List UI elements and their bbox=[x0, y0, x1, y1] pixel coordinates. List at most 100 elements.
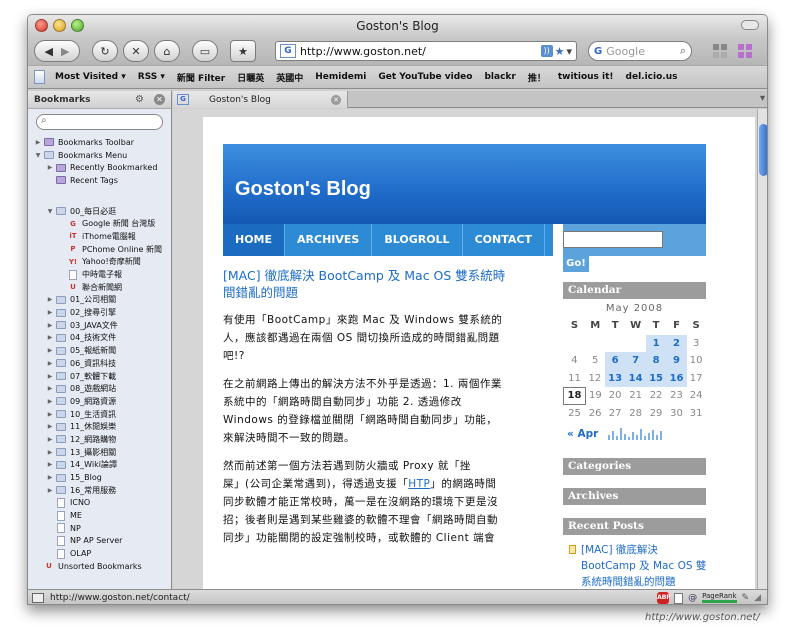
close-sidebar-icon[interactable]: ✕ bbox=[154, 94, 165, 105]
bookmark-tree-item[interactable]: P PChome Online 新聞 bbox=[28, 243, 171, 256]
minimize-window-button[interactable] bbox=[53, 19, 66, 32]
menu-contact[interactable]: CONTACT bbox=[463, 224, 545, 256]
tab-goston-blog[interactable]: G Goston's Blog ✕ bbox=[173, 91, 348, 108]
post-title-line[interactable]: 間錯亂的問題 bbox=[223, 284, 543, 301]
recent-post-line[interactable]: [MAC] 徹底解決 bbox=[581, 542, 706, 558]
tab-list-icon[interactable]: ▾ bbox=[760, 93, 765, 104]
tools-icon[interactable]: ✎ bbox=[742, 593, 750, 603]
post-title[interactable]: [MAC] 徹底解決 BootCamp 及 Mac OS 雙系統時 間錯亂的問題 bbox=[223, 267, 543, 301]
bookmark-tree-item[interactable]: OLAP bbox=[28, 547, 171, 560]
calendar-day[interactable]: 16 bbox=[666, 369, 687, 387]
bookmark-item[interactable]: RSS ▾ bbox=[138, 72, 165, 82]
url-dropdown-icon[interactable]: ▾ bbox=[566, 45, 572, 58]
toolbar-toggle-button[interactable] bbox=[741, 20, 759, 30]
screenshot-button[interactable]: ★ bbox=[230, 40, 256, 62]
url-text[interactable]: http://www.goston.net/ bbox=[300, 45, 541, 58]
search-icon[interactable]: ⌕ bbox=[680, 44, 686, 58]
disclosure-collapsed-icon[interactable]: ▶ bbox=[46, 436, 54, 443]
bookmark-item[interactable]: 英國中 bbox=[276, 71, 303, 84]
disclosure-collapsed-icon[interactable]: ▶ bbox=[46, 474, 54, 481]
bookmark-tree-item[interactable]: ▼ Bookmarks Menu bbox=[28, 149, 171, 162]
bookmark-tree-item[interactable]: ▶ 02_搜尋引擎 bbox=[28, 306, 171, 319]
bookmark-item[interactable]: twitious it! bbox=[558, 72, 614, 82]
bookmark-tree-item[interactable]: ▶ 06_資訊科技 bbox=[28, 357, 171, 370]
bookmark-tree-item[interactable]: ▶ Recently Bookmarked bbox=[28, 161, 171, 174]
disclosure-collapsed-icon[interactable]: ▶ bbox=[46, 164, 54, 171]
bookmark-tree-item[interactable]: ▶ 07_軟體下載 bbox=[28, 370, 171, 383]
bookmark-tree-item[interactable]: ME bbox=[28, 509, 171, 522]
bookmark-tree-item[interactable]: ▶ 09_網路資源 bbox=[28, 395, 171, 408]
bookmark-item[interactable]: del.icio.us bbox=[626, 72, 678, 82]
close-tab-icon[interactable]: ✕ bbox=[331, 94, 341, 105]
bookmark-item[interactable]: Get YouTube video bbox=[378, 72, 472, 82]
bookmark-tree-item[interactable]: G Google 新聞 台灣版 bbox=[28, 217, 171, 230]
prev-month-link[interactable]: « Apr bbox=[567, 428, 598, 440]
disclosure-collapsed-icon[interactable]: ▶ bbox=[46, 373, 54, 380]
stop-button[interactable]: ✕ bbox=[123, 40, 149, 62]
at-icon[interactable]: @ bbox=[688, 593, 697, 603]
calendar-day[interactable]: 1 bbox=[645, 334, 667, 352]
disclosure-collapsed-icon[interactable]: ▶ bbox=[46, 296, 54, 303]
reload-button[interactable]: ↻ bbox=[92, 40, 118, 62]
bookmark-tree-item[interactable]: Y! Yahoo!奇摩新聞 bbox=[28, 256, 171, 269]
calendar-day[interactable]: 14 bbox=[625, 369, 646, 387]
bookmark-tree-item[interactable]: ▶ 01_公司相關 bbox=[28, 294, 171, 307]
blog-title[interactable]: Goston's Blog bbox=[235, 178, 371, 201]
bookmark-star-icon[interactable]: ★ bbox=[555, 45, 565, 58]
go-button[interactable]: Go! bbox=[563, 256, 589, 272]
bookmark-tree-item[interactable]: ▶ 14_Wiki論譚 bbox=[28, 459, 171, 472]
bookmark-tree-item[interactable]: ▶ 13_攝影相關 bbox=[28, 446, 171, 459]
disclosure-collapsed-icon[interactable]: ▶ bbox=[46, 322, 54, 329]
recent-post-link[interactable]: [MAC] 徹底解決 BootCamp 及 Mac OS 雙 系統時間錯亂的問題 bbox=[563, 542, 706, 589]
post-title-line[interactable]: [MAC] 徹底解決 BootCamp 及 Mac OS 雙系統時 bbox=[223, 267, 543, 284]
disclosure-collapsed-icon[interactable]: ▶ bbox=[46, 347, 54, 354]
search-box[interactable]: G Google ⌕ bbox=[588, 41, 692, 61]
bookmark-tree-item[interactable]: ▶ 11_休閒娛樂 bbox=[28, 420, 171, 433]
bookmark-item[interactable]: 新聞 Filter bbox=[177, 71, 225, 84]
calendar-day[interactable]: 7 bbox=[625, 352, 646, 370]
menu-home[interactable]: HOME bbox=[223, 224, 286, 256]
bookmark-tree-item[interactable]: NP bbox=[28, 522, 171, 535]
bookmark-item[interactable]: Hemidemi bbox=[315, 72, 366, 82]
bookmark-tree-item[interactable]: ▶ 16_常用服務 bbox=[28, 484, 171, 497]
bookmark-tree-item[interactable]: ▶ 10_生活資訊 bbox=[28, 408, 171, 421]
bookmark-tree-item[interactable]: iT iThome電腦報 bbox=[28, 230, 171, 243]
bookmark-tree-item[interactable]: ▼ 00_每日必逛 bbox=[28, 205, 171, 218]
disclosure-collapsed-icon[interactable]: ▶ bbox=[46, 309, 54, 316]
bookmark-tree-item[interactable]: 中時電子報 bbox=[28, 268, 171, 281]
forward-icon[interactable]: ▶ bbox=[61, 45, 69, 58]
bookmark-tree-item[interactable]: ▶ 08_遊戲網站 bbox=[28, 382, 171, 395]
recent-post-line[interactable]: BootCamp 及 Mac OS 雙 bbox=[581, 558, 706, 574]
bookmark-item[interactable]: Most Visited ▾ bbox=[55, 72, 126, 82]
back-icon[interactable]: ◀ bbox=[45, 45, 53, 58]
bookmark-item[interactable]: 推！ bbox=[528, 71, 546, 84]
bookmark-tree-item[interactable]: ▶ 12_網路購物 bbox=[28, 433, 171, 446]
url-bar[interactable]: G http://www.goston.net/ )) ★ ▾ bbox=[275, 41, 577, 61]
blog-search-input[interactable] bbox=[563, 231, 663, 248]
recent-post-line[interactable]: 系統時間錯亂的問題 bbox=[581, 574, 706, 589]
bookmark-item[interactable]: blackr bbox=[484, 72, 515, 82]
bookmark-tree-item[interactable]: U 聯合新聞網 bbox=[28, 281, 171, 294]
pagerank-label[interactable]: PageRank bbox=[702, 593, 737, 603]
adblock-icon[interactable]: ABP bbox=[657, 592, 671, 604]
disclosure-expanded-icon[interactable]: ▼ bbox=[46, 208, 54, 215]
disclosure-collapsed-icon[interactable]: ▶ bbox=[46, 487, 54, 494]
disclosure-collapsed-icon[interactable]: ▶ bbox=[46, 334, 54, 341]
calendar-day[interactable]: 13 bbox=[604, 369, 626, 387]
bookmark-tree-item[interactable]: ▶ 05_報紙新聞 bbox=[28, 344, 171, 357]
disclosure-collapsed-icon[interactable]: ▶ bbox=[46, 411, 54, 418]
bookmark-tree-item[interactable]: ▶ Bookmarks Toolbar bbox=[28, 136, 171, 149]
menu-blogroll[interactable]: BLOGROLL bbox=[372, 224, 463, 256]
disclosure-collapsed-icon[interactable]: ▶ bbox=[46, 385, 54, 392]
vertical-scrollbar[interactable] bbox=[757, 109, 767, 589]
disclosure-collapsed-icon[interactable]: ▶ bbox=[46, 360, 54, 367]
print-button[interactable]: ▭ bbox=[192, 40, 218, 62]
grid-view-icon[interactable] bbox=[711, 42, 731, 60]
bookmark-search-input[interactable]: ⌕ bbox=[36, 114, 163, 130]
disclosure-collapsed-icon[interactable]: ▶ bbox=[46, 398, 54, 405]
calendar-day[interactable]: 6 bbox=[604, 352, 626, 370]
search-engine-icon[interactable]: G bbox=[594, 46, 602, 57]
bookmark-tree-item[interactable]: Recent Tags bbox=[28, 174, 171, 187]
disclosure-collapsed-icon[interactable]: ▶ bbox=[46, 461, 54, 468]
calendar-day[interactable]: 8 bbox=[645, 352, 667, 370]
